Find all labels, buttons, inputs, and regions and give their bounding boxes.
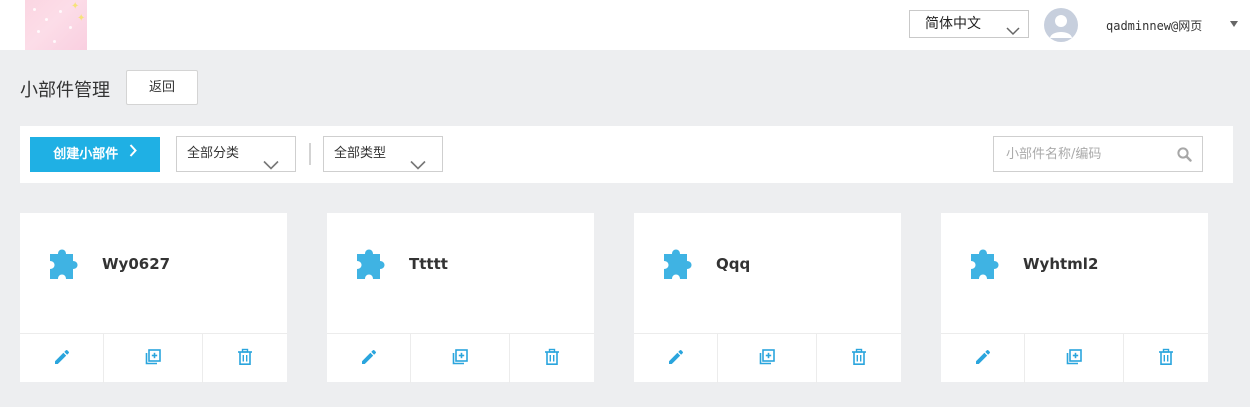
delete-button[interactable] bbox=[203, 334, 287, 383]
language-label: 简体中文 bbox=[925, 16, 981, 32]
widget-name: Wy0627 bbox=[102, 255, 171, 273]
widget-name: Ttttt bbox=[409, 255, 448, 273]
edit-button[interactable] bbox=[634, 334, 718, 383]
edit-button[interactable] bbox=[20, 334, 104, 383]
logo[interactable]: ✦ ✦ bbox=[25, 0, 87, 50]
widget-name: Wyhtml2 bbox=[1023, 255, 1099, 273]
delete-button[interactable] bbox=[817, 334, 901, 383]
copy-icon bbox=[1065, 348, 1083, 370]
copy-button[interactable] bbox=[1025, 334, 1124, 383]
copy-icon bbox=[144, 348, 162, 370]
copy-icon bbox=[451, 348, 469, 370]
delete-icon bbox=[543, 348, 561, 370]
puzzle-piece-icon bbox=[970, 246, 1004, 284]
card-actions bbox=[941, 333, 1208, 383]
card-actions bbox=[327, 333, 594, 383]
edit-button[interactable] bbox=[941, 334, 1025, 383]
puzzle-piece-icon bbox=[663, 246, 697, 284]
copy-icon bbox=[758, 348, 776, 370]
widget-card[interactable]: Wyhtml2 bbox=[941, 213, 1208, 383]
top-header: ✦ ✦ 简体中文 qadminnew@网页 bbox=[0, 0, 1250, 50]
edit-icon bbox=[667, 348, 685, 370]
puzzle-piece-icon bbox=[49, 246, 83, 284]
puzzle-piece-icon bbox=[356, 246, 390, 284]
edit-icon bbox=[53, 348, 71, 370]
caret-down-icon[interactable] bbox=[1230, 21, 1238, 27]
search-icon[interactable] bbox=[1177, 147, 1192, 166]
type-filter-select[interactable]: 全部类型 bbox=[323, 136, 443, 172]
chevron-right-icon bbox=[129, 136, 137, 171]
card-actions bbox=[20, 333, 287, 383]
chevron-down-icon bbox=[410, 150, 426, 184]
username[interactable]: qadminnew@网页 bbox=[1106, 17, 1202, 34]
user-avatar-icon[interactable] bbox=[1044, 8, 1078, 42]
type-filter-label: 全部类型 bbox=[334, 146, 387, 161]
back-button[interactable]: 返回 bbox=[126, 70, 198, 105]
delete-icon bbox=[236, 348, 254, 370]
create-widget-label: 创建小部件 bbox=[53, 147, 119, 162]
copy-button[interactable] bbox=[104, 334, 203, 383]
copy-button[interactable] bbox=[411, 334, 510, 383]
category-filter-label: 全部分类 bbox=[187, 146, 240, 161]
card-actions bbox=[634, 333, 901, 383]
edit-icon bbox=[360, 348, 378, 370]
delete-button[interactable] bbox=[510, 334, 594, 383]
delete-icon bbox=[850, 348, 868, 370]
search-box bbox=[993, 136, 1203, 172]
delete-button[interactable] bbox=[1124, 334, 1208, 383]
delete-icon bbox=[1157, 348, 1175, 370]
create-widget-button[interactable]: 创建小部件 bbox=[30, 137, 160, 172]
toolbar: 创建小部件 全部分类 全部类型 bbox=[20, 126, 1233, 183]
copy-button[interactable] bbox=[718, 334, 817, 383]
chevron-down-icon bbox=[1006, 19, 1020, 45]
toolbar-divider bbox=[309, 143, 311, 165]
language-select[interactable]: 简体中文 bbox=[909, 10, 1029, 38]
widget-card[interactable]: Ttttt bbox=[327, 213, 594, 383]
widget-card[interactable]: Qqq bbox=[634, 213, 901, 383]
chevron-down-icon bbox=[263, 150, 279, 184]
widget-name: Qqq bbox=[716, 255, 751, 273]
widget-card[interactable]: Wy0627 bbox=[20, 213, 287, 383]
search-input[interactable] bbox=[994, 137, 1174, 171]
edit-icon bbox=[974, 348, 992, 370]
category-filter-select[interactable]: 全部分类 bbox=[176, 136, 296, 172]
edit-button[interactable] bbox=[327, 334, 411, 383]
page-title: 小部件管理 bbox=[20, 80, 110, 101]
